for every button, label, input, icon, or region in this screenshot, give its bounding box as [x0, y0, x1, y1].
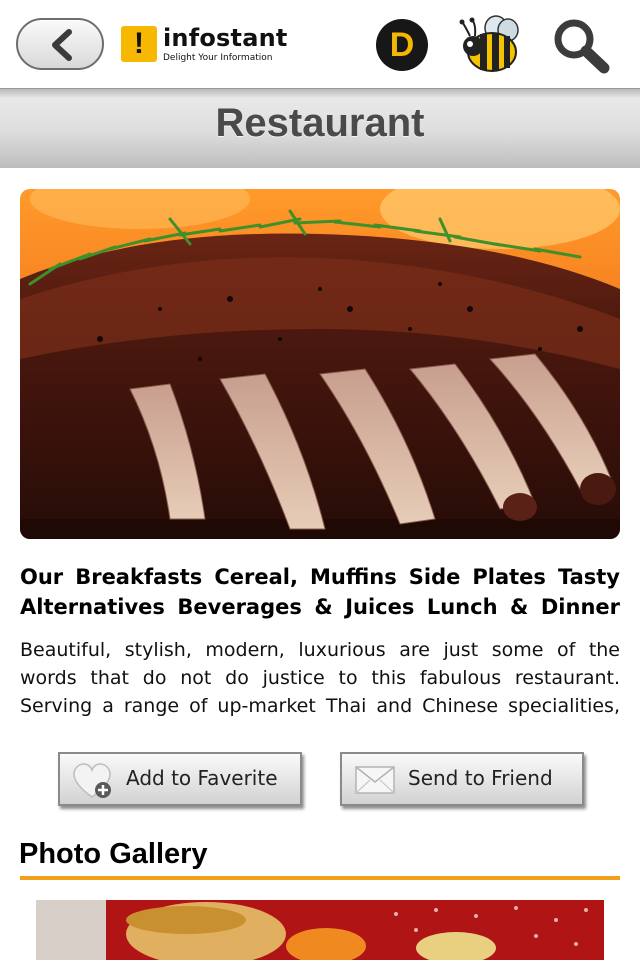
article-body: Beautiful, stylish, modern, luxurious ar… — [20, 639, 620, 717]
heart-add-icon — [73, 763, 111, 798]
search-button[interactable] — [550, 16, 612, 74]
d-button[interactable]: D — [376, 19, 428, 71]
top-bar: ! infostant Delight Your Information D — [0, 0, 640, 88]
gallery-photo[interactable] — [36, 900, 604, 960]
send-to-friend-button[interactable]: Send to Friend — [340, 752, 584, 806]
infostant-logo[interactable]: ! infostant Delight Your Information — [121, 24, 291, 64]
envelope-icon — [355, 766, 395, 794]
logo-mark: ! — [121, 26, 157, 62]
send-to-friend-label: Send to Friend — [408, 766, 553, 790]
add-to-favorite-button[interactable]: Add to Faverite — [58, 752, 302, 806]
d-button-label: D — [389, 26, 415, 64]
gallery-divider — [20, 876, 620, 880]
chevron-left-icon — [52, 29, 72, 61]
gallery-title: Photo Gallery — [19, 838, 208, 870]
bee-button[interactable] — [458, 12, 522, 74]
title-band: Restaurant — [0, 88, 640, 168]
add-to-favorite-label: Add to Faverite — [126, 766, 278, 790]
grilled-lamb-rack-photo — [20, 189, 620, 539]
search-icon — [554, 19, 610, 74]
bee-icon — [459, 15, 519, 72]
page-title: Restaurant — [215, 101, 425, 145]
hero-image — [20, 189, 620, 539]
logo-tagline: Delight Your Information — [163, 53, 273, 63]
gallery-food-photo — [36, 900, 604, 960]
logo-name: infostant — [163, 24, 288, 52]
article-headline: Our Breakfasts Cereal, Muffins Side Plat… — [20, 565, 620, 619]
back-button[interactable] — [16, 18, 104, 70]
